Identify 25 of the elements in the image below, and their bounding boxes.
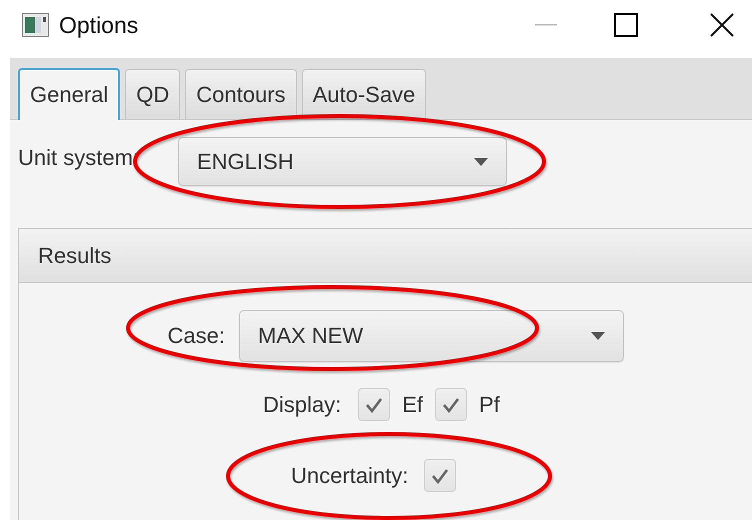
dropdown[interactable]: MAX NEW — [239, 310, 624, 362]
panel-header: Results — [19, 229, 752, 283]
caret-icon — [591, 332, 605, 340]
tab[interactable]: General — [18, 68, 120, 120]
maximize-icon — [614, 13, 638, 37]
field-label: Display: — [263, 392, 342, 418]
caret-icon — [474, 158, 488, 166]
tab[interactable]: Contours — [185, 69, 297, 119]
check-icon — [442, 396, 460, 412]
checkbox[interactable] — [358, 388, 390, 421]
field-label: Case: — [166, 323, 225, 349]
minimize-icon — [535, 24, 557, 26]
checkbox[interactable] — [435, 388, 468, 421]
app-icon — [22, 13, 49, 37]
check-icon — [431, 468, 450, 484]
checkbox[interactable] — [424, 459, 456, 492]
checkbox-label: Pf — [479, 392, 500, 418]
check-icon — [365, 396, 384, 412]
tab[interactable]: Auto-Save — [302, 69, 426, 119]
field-label: Uncertainty: — [291, 462, 408, 488]
window-title: Options — [59, 12, 138, 38]
dropdown[interactable]: ENGLISH — [178, 137, 507, 186]
close-icon — [710, 13, 734, 37]
checkbox-label: Ef — [402, 392, 424, 418]
tab[interactable]: QD — [125, 69, 180, 119]
